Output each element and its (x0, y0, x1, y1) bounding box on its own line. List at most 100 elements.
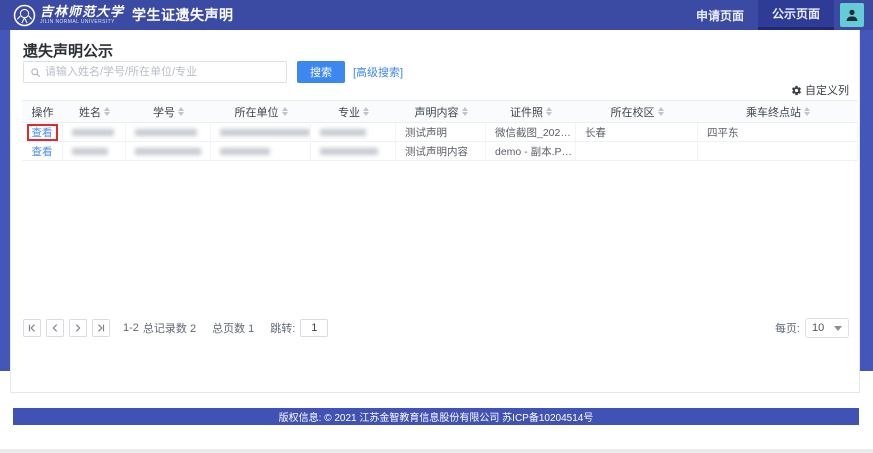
view-link[interactable]: 查看 (32, 144, 53, 159)
column-label: 操作 (32, 104, 54, 120)
redacted-text (320, 148, 378, 155)
table-cell (126, 142, 211, 160)
university-name-cn: 吉林师范大学 (40, 6, 124, 19)
column-header-5[interactable]: 声明内容 (396, 101, 486, 122)
redacted-text (72, 129, 114, 136)
sort-icon[interactable] (282, 107, 288, 116)
bottom-strip (0, 449, 873, 453)
redacted-text (220, 148, 270, 155)
search-input[interactable] (45, 66, 280, 78)
total-records-label: 总记录数 2 (143, 320, 196, 336)
table-cell: 微信截图_2023112812... (486, 123, 576, 141)
jump-label: 跳转: (270, 320, 295, 336)
sort-icon[interactable] (804, 107, 810, 116)
sort-icon[interactable] (658, 107, 664, 116)
copyright-text: 版权信息: © 2021 江苏金智教育信息股份有限公司 苏ICP备1020451… (279, 409, 594, 424)
tab-apply-page[interactable]: 申请页面 (682, 0, 758, 30)
content-card: 遗失声明公示 搜索 [高级搜索] 自定义列 操作 姓名 学号 所在单位 专业 声明内容 证件… (10, 30, 860, 393)
sort-icon[interactable] (462, 107, 468, 116)
advanced-search-link[interactable]: [高级搜索] (353, 64, 403, 80)
column-header-4[interactable]: 专业 (311, 101, 396, 122)
table-cell: 四平东 (698, 123, 858, 141)
total-pages-label: 总页数 1 (212, 320, 254, 336)
table-body: 查看测试声明微信截图_2023112812...长春四平东查看测试声明内容dem… (22, 123, 858, 161)
header-tabs: 申请页面 公示页面 (682, 0, 834, 30)
customize-columns-label: 自定义列 (805, 82, 849, 98)
sort-icon[interactable] (178, 107, 184, 116)
declarations-table: 操作 姓名 学号 所在单位 专业 声明内容 证件照 所在校区 乘车终点站 查看 测试声明微信截图_… (22, 100, 858, 161)
table-cell (211, 123, 311, 141)
next-page-button[interactable] (69, 319, 87, 337)
table-cell: 测试声明内容 (396, 142, 486, 160)
per-page-select[interactable]: 10 (805, 318, 849, 338)
customize-columns-button[interactable]: 自定义列 (791, 82, 849, 98)
column-header-7[interactable]: 所在校区 (576, 101, 698, 122)
column-label: 乘车终点站 (746, 104, 801, 120)
column-label: 所在单位 (235, 104, 279, 120)
search-button[interactable]: 搜索 (297, 61, 345, 83)
action-cell: 查看 (22, 123, 63, 141)
university-logo-icon (13, 4, 36, 27)
redacted-text (220, 129, 310, 136)
per-page-label: 每页: (775, 320, 800, 336)
prev-page-button[interactable] (46, 319, 64, 337)
first-page-button[interactable] (23, 319, 41, 337)
prev-page-icon (50, 323, 60, 333)
cell-text: demo - 副本.PNG (495, 144, 575, 159)
jump-page-input[interactable] (300, 319, 328, 337)
table-cell (698, 142, 858, 160)
university-brand: 吉林师范大学 JILIN NORMAL UNIVERSITY (13, 4, 124, 27)
table-cell (211, 142, 311, 160)
cell-text: 微信截图_2023112812... (495, 125, 575, 140)
column-label: 学号 (153, 104, 175, 120)
column-label: 姓名 (79, 104, 101, 120)
search-box (23, 61, 287, 83)
redacted-text (320, 129, 366, 136)
last-page-button[interactable] (92, 319, 110, 337)
table-header-row: 操作 姓名 学号 所在单位 专业 声明内容 证件照 所在校区 乘车终点站 (22, 100, 858, 123)
page-title: 遗失声明公示 (23, 40, 113, 61)
table-cell: 测试声明 (396, 123, 486, 141)
next-page-icon (73, 323, 83, 333)
column-label: 声明内容 (415, 104, 459, 120)
cell-text: 长春 (585, 125, 697, 140)
cell-text: 测试声明内容 (405, 144, 485, 159)
sort-icon[interactable] (363, 107, 369, 116)
table-cell (311, 142, 396, 160)
per-page-value: 10 (812, 322, 824, 334)
table-cell (63, 123, 126, 141)
last-page-icon (96, 323, 106, 333)
university-name-en: JILIN NORMAL UNIVERSITY (40, 20, 124, 25)
column-header-0: 操作 (22, 101, 63, 122)
app-title: 学生证遗失声明 (132, 5, 234, 25)
column-header-6[interactable]: 证件照 (486, 101, 576, 122)
column-label: 专业 (338, 104, 360, 120)
table-row: 查看 测试声明内容 demo - 副本.PNG (22, 142, 858, 161)
cell-text: 测试声明 (405, 125, 485, 140)
redacted-text (135, 148, 201, 155)
column-label: 所在校区 (611, 104, 655, 120)
column-header-2[interactable]: 学号 (126, 101, 211, 122)
column-header-8[interactable]: 乘车终点站 (698, 101, 858, 122)
sort-icon[interactable] (104, 107, 110, 116)
table-cell (576, 142, 698, 160)
redacted-text (135, 129, 197, 136)
footer-bar: 版权信息: © 2021 江苏金智教育信息股份有限公司 苏ICP备1020451… (13, 408, 859, 425)
view-link[interactable]: 查看 (32, 125, 53, 140)
tab-public-page[interactable]: 公示页面 (758, 0, 834, 30)
record-range-label: 1-2 (123, 322, 139, 334)
avatar[interactable] (840, 3, 864, 27)
cell-text: 四平东 (707, 125, 857, 140)
search-row: 搜索 [高级搜索] (23, 61, 403, 83)
search-icon (30, 67, 41, 78)
column-header-1[interactable]: 姓名 (63, 101, 126, 122)
column-label: 证件照 (510, 104, 543, 120)
highlight-box: 查看 (27, 124, 58, 141)
table-cell: 长春 (576, 123, 698, 141)
table-cell (126, 123, 211, 141)
column-header-3[interactable]: 所在单位 (211, 101, 311, 122)
per-page-control: 每页: 10 (775, 318, 849, 338)
top-header: 吉林师范大学 JILIN NORMAL UNIVERSITY 学生证遗失声明 申… (0, 0, 873, 30)
sort-icon[interactable] (546, 107, 552, 116)
table-cell: demo - 副本.PNG (486, 142, 576, 160)
